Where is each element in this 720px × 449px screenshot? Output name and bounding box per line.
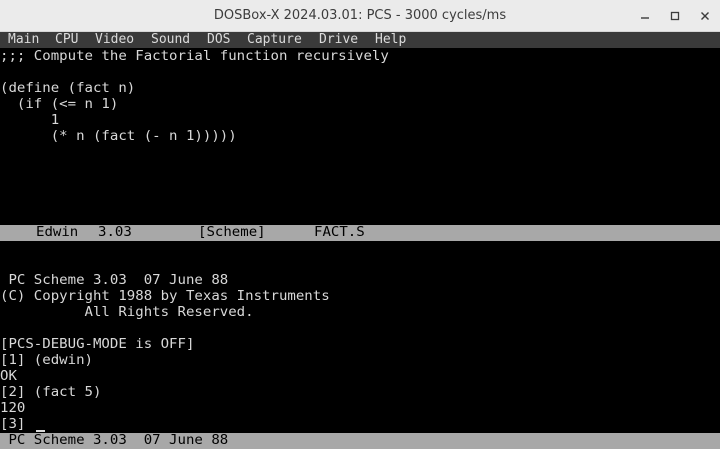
window-titlebar[interactable]: DOSBox-X 2024.03.01: PCS - 3000 cycles/m… <box>0 0 720 32</box>
text-cursor <box>36 430 45 432</box>
window-title: DOSBox-X 2024.03.01: PCS - 3000 cycles/m… <box>213 8 507 23</box>
minimize-button[interactable] <box>634 5 656 27</box>
repl-prompt[interactable]: [3] <box>0 417 34 433</box>
menu-item-video[interactable]: Video <box>95 32 134 48</box>
repl-line: (C) Copyright 1988 by Texas Instruments <box>0 289 330 304</box>
menu-item-help[interactable]: Help <box>375 32 406 48</box>
repl-line: [2] (fact 5) <box>0 385 102 400</box>
menu-item-dos[interactable]: DOS <box>207 32 230 48</box>
repl-line: 120 <box>0 401 26 416</box>
maximize-icon <box>670 11 680 21</box>
menu-item-sound[interactable]: Sound <box>151 32 190 48</box>
maximize-button[interactable] <box>664 5 686 27</box>
dos-screen[interactable]: ;;; Compute the Factorial function recur… <box>0 48 720 449</box>
bottom-status-text: PC Scheme 3.03 07 June 88 <box>0 433 229 448</box>
editor-line: (* n (fact (- n 1))))) <box>0 129 237 144</box>
editor-file: FACT.S <box>314 225 365 240</box>
editor-line: (define (fact n) <box>0 81 136 96</box>
repl-line: PC Scheme 3.03 07 June 88 <box>0 273 229 288</box>
repl-line: OK <box>0 369 17 384</box>
repl-line: [PCS-DEBUG-MODE is OFF] <box>0 337 195 352</box>
menu-bar: Main CPU Video Sound DOS Capture Drive H… <box>0 32 720 48</box>
menu-item-main[interactable]: Main <box>8 32 39 48</box>
editor-line: 1 <box>0 113 60 128</box>
menu-item-capture[interactable]: Capture <box>247 32 302 48</box>
editor-line: (if (<= n 1) <box>0 97 119 112</box>
editor-line: ;;; Compute the Factorial function recur… <box>0 49 389 64</box>
editor-mode: [Scheme] <box>198 225 266 240</box>
editor-modeline: Edwin 3.03 [Scheme] FACT.S <box>0 225 720 241</box>
bottom-status-bar: PC Scheme 3.03 07 June 88 <box>0 433 720 449</box>
editor-version: 3.03 <box>98 225 132 240</box>
minimize-icon <box>641 17 649 19</box>
close-icon <box>701 12 709 20</box>
close-button[interactable] <box>694 5 716 27</box>
repl-line: [1] (edwin) <box>0 353 93 368</box>
repl-line: All Rights Reserved. <box>0 305 254 320</box>
editor-name: Edwin <box>36 225 79 240</box>
menu-item-cpu[interactable]: CPU <box>55 32 78 48</box>
menu-item-drive[interactable]: Drive <box>319 32 358 48</box>
